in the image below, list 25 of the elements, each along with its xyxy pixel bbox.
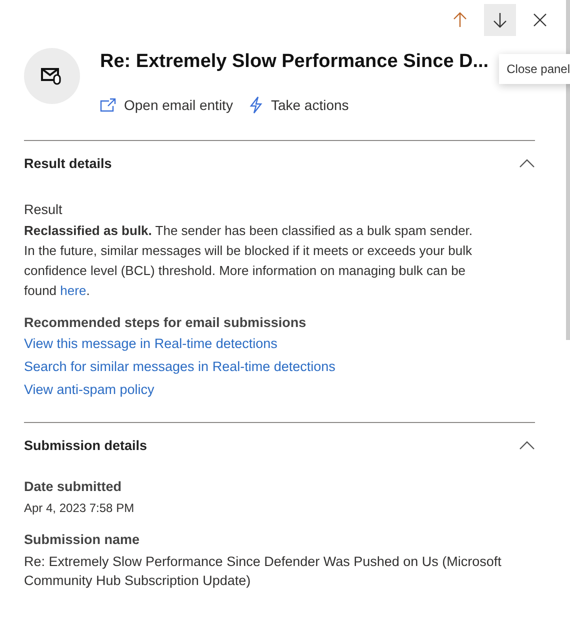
open-external-icon [100, 98, 116, 112]
lightning-icon [248, 96, 263, 114]
chevron-icon[interactable] [519, 440, 535, 450]
step-link[interactable]: Search for similar messages in Real-time detections [24, 358, 535, 376]
action-link[interactable]: Open email entity [100, 96, 233, 114]
step-link[interactable]: View anti-spam policy [24, 381, 535, 399]
field-label: Submission name [24, 532, 141, 547]
field-value: Re: Extremely Slow Performance Since Defender Was Pushed on Us (Microsoft Community Hub Subscription Update) [24, 553, 502, 590]
tooltip: Close panel [498, 54, 570, 84]
steps-heading: Recommended steps for email submissions [24, 315, 308, 330]
next-button[interactable] [484, 4, 516, 36]
action-link[interactable]: Take actions [248, 96, 349, 114]
field-label: Date submitted [24, 479, 123, 494]
result-text: Reclassified as bulk. The sender has been classified as a bulk spam sender. In the future, similar messages will be blocked if it meets or exceeds your bulk confidence level (BCL) threshold. More information on managing bulk can be found here. [24, 222, 474, 300]
here-link[interactable]: here [60, 283, 86, 298]
field-value: Apr 4, 2023 7:58 PM [24, 500, 136, 517]
section-title: Submission details [24, 438, 148, 452]
arrow-down-icon [492, 12, 508, 28]
step-link[interactable]: View this message in Real-time detections [24, 335, 535, 353]
arrow-up-icon [452, 12, 468, 28]
section-title: Result details [24, 156, 112, 170]
panel-title: Re: Extremely Slow Performance Since D... [100, 51, 489, 73]
close-icon [533, 13, 547, 27]
chevron-icon[interactable] [519, 158, 535, 168]
field-label: Result [24, 202, 64, 217]
